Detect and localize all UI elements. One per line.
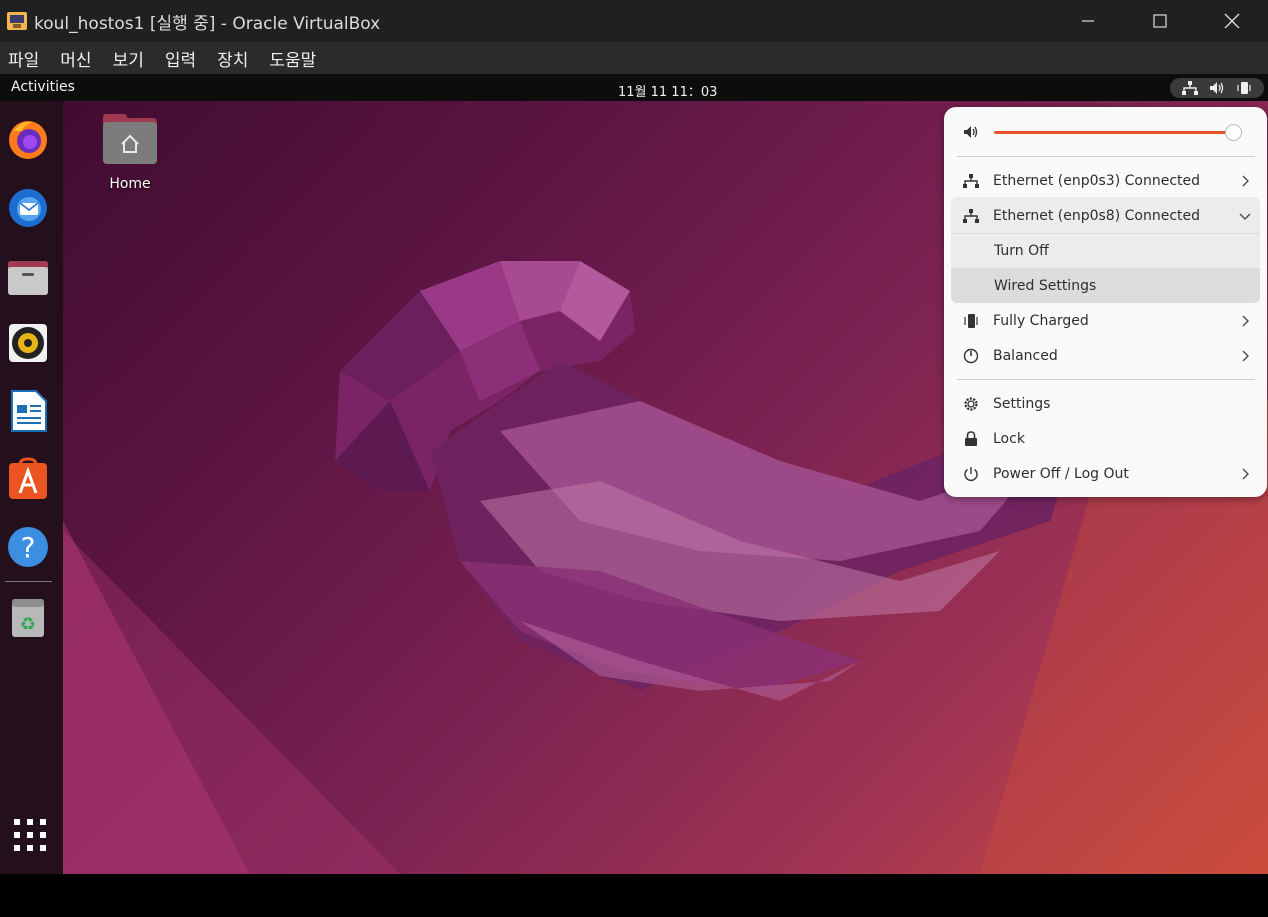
volume-icon [1209,82,1224,94]
wired-settings-item[interactable]: Wired Settings [951,268,1260,303]
trash-launcher[interactable]: ♻ [6,595,50,639]
maximize-icon [1153,14,1167,28]
battery-item[interactable]: Fully Charged [951,303,1260,338]
turn-off-label: Turn Off [994,242,1049,259]
rhythmbox-launcher[interactable] [6,321,50,365]
power-off-item[interactable]: Power Off / Log Out [951,456,1260,491]
firefox-launcher[interactable] [6,117,50,161]
clock[interactable]: 11월 11 11：03 [618,81,717,100]
ethernet-enp0s3-label: Ethernet (enp0s3) Connected [993,172,1200,189]
thunderbird-launcher[interactable] [6,185,50,229]
minimize-button[interactable] [1052,0,1124,42]
host-titlebar: koul_hostos1 [실행 중] - Oracle VirtualBox [0,0,1268,42]
chevron-right-icon [1242,468,1249,479]
lock-item[interactable]: Lock [951,421,1260,456]
volume-slider-track[interactable] [994,131,1234,134]
lock-label: Lock [993,430,1025,447]
separator [957,379,1255,380]
close-button[interactable] [1196,0,1268,42]
close-icon [1224,13,1240,29]
rhythmbox-icon [9,324,47,362]
virtualbox-app-icon [7,12,27,30]
host-menubar: 파일 머신 보기 입력 장치 도움말 [0,42,1268,74]
dock: ? ♻ [0,101,63,874]
power-icon [964,466,978,481]
software-launcher[interactable] [6,457,50,501]
desktop-home-folder[interactable]: Home [100,112,160,192]
home-label: Home [109,176,151,192]
network-wired-icon [963,208,979,223]
system-status-area[interactable] [1170,78,1264,98]
menu-view[interactable]: 보기 [105,46,153,71]
volume-slider-handle[interactable] [1225,124,1242,141]
wired-settings-label: Wired Settings [994,277,1097,294]
dock-separator [5,581,52,582]
chevron-right-icon [1242,315,1249,326]
thunderbird-icon [9,189,47,227]
gear-icon [964,396,978,411]
window-controls [1052,0,1268,42]
gnome-topbar: Activities 11월 11 11：03 [0,74,1268,101]
maximize-button[interactable] [1124,0,1196,42]
show-apps-button[interactable] [8,813,52,857]
chevron-right-icon [1242,175,1249,186]
home-folder-icon [103,114,157,164]
window-title: koul_hostos1 [실행 중] - Oracle VirtualBox [34,13,381,34]
files-launcher[interactable] [6,253,50,297]
software-icon [9,457,47,499]
chevron-right-icon [1242,350,1249,361]
minimize-icon [1082,20,1094,22]
files-icon [8,261,48,295]
power-mode-gauge-icon [963,348,979,363]
writer-icon [11,390,47,432]
battery-icon [964,313,978,328]
app-grid-icon [14,819,46,851]
vm-bottom-border [0,874,1268,917]
quick-settings-menu: Ethernet (enp0s3) Connected Ethernet (en… [944,107,1267,497]
activities-button[interactable]: Activities [11,79,75,95]
ethernet-enp0s3-item[interactable]: Ethernet (enp0s3) Connected [951,163,1260,198]
power-mode-item[interactable]: Balanced [951,338,1260,373]
trash-icon: ♻ [12,599,44,637]
power-mode-label: Balanced [993,347,1058,364]
settings-item[interactable]: Settings [951,386,1260,421]
menu-machine[interactable]: 머신 [52,46,100,71]
svg-text:♻: ♻ [20,614,36,635]
turn-off-item[interactable]: Turn Off [951,233,1260,268]
menu-file[interactable]: 파일 [0,46,48,71]
ethernet-enp0s8-label: Ethernet (enp0s8) Connected [993,207,1200,224]
ethernet-enp0s8-item[interactable]: Ethernet (enp0s8) Connected [951,198,1260,233]
writer-launcher[interactable] [6,389,50,433]
settings-label: Settings [993,395,1051,412]
chevron-down-icon [1239,213,1251,220]
firefox-icon [9,121,47,159]
battery-icon [1237,82,1251,94]
battery-label: Fully Charged [993,312,1089,329]
menu-devices[interactable]: 장치 [209,46,257,71]
help-icon: ? [8,527,48,567]
help-launcher[interactable]: ? [6,525,50,569]
network-wired-icon [963,173,979,188]
separator [957,156,1255,157]
lock-icon [965,430,977,446]
network-wired-icon [1181,81,1198,95]
menu-help[interactable]: 도움말 [261,46,325,71]
volume-icon [964,126,978,138]
menu-input[interactable]: 입력 [157,46,205,71]
power-off-label: Power Off / Log Out [993,465,1129,482]
svg-text:?: ? [21,531,36,564]
